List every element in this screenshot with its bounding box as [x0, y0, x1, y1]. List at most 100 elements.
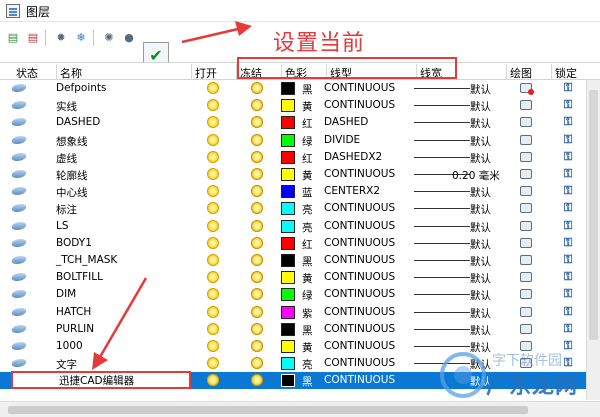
on-bulb-icon[interactable]	[207, 305, 219, 318]
lineweight-value[interactable]: 默认	[470, 340, 491, 355]
unlock-icon[interactable]: ⚿	[562, 116, 574, 128]
table-row[interactable]: 1000 黄 CONTINUOUS 默认 ⚿	[0, 338, 586, 355]
table-row[interactable]: BODY1 红 CONTINUOUS 默认 ⚿	[0, 235, 586, 252]
plot-printer-icon[interactable]	[520, 237, 532, 248]
on-bulb-icon[interactable]	[207, 116, 219, 129]
sun-icon[interactable]: ✺	[100, 28, 118, 46]
scroll-thumb[interactable]	[589, 90, 598, 340]
freeze-sun-icon[interactable]	[251, 133, 263, 146]
color-swatch[interactable]	[281, 340, 295, 353]
table-row[interactable]: PURLIN 黑 CONTINUOUS 默认 ⚿	[0, 321, 586, 338]
lineweight-value[interactable]: 默认	[470, 116, 491, 131]
unlock-icon[interactable]: ⚿	[562, 305, 574, 318]
freeze-sun-icon[interactable]	[251, 288, 263, 301]
on-bulb-icon[interactable]	[207, 168, 219, 180]
color-swatch[interactable]	[281, 168, 295, 181]
color-swatch[interactable]	[281, 99, 295, 113]
color-swatch[interactable]	[281, 305, 295, 319]
lineweight-value[interactable]: 默认	[470, 306, 491, 321]
unlock-icon[interactable]: ⚿	[562, 288, 574, 300]
col-plot[interactable]: 绘图	[506, 64, 532, 81]
table-row[interactable]: Defpoints 黑 CONTINUOUS 默认 ⚿	[0, 80, 586, 97]
layer-status-icon[interactable]	[10, 342, 28, 350]
on-bulb-icon[interactable]	[207, 133, 219, 146]
table-row[interactable]: HATCH 紫 CONTINUOUS 默认 ⚿	[0, 304, 586, 321]
freeze-sun-icon[interactable]	[251, 236, 263, 249]
layer-status-icon[interactable]	[10, 187, 28, 196]
on-bulb-icon[interactable]	[207, 357, 219, 370]
linetype-name[interactable]: CONTINUOUS	[324, 357, 395, 369]
freeze-sun-icon[interactable]	[251, 305, 263, 318]
freeze-sun-icon[interactable]	[251, 168, 263, 180]
freeze-sun-icon[interactable]	[251, 254, 263, 266]
col-status[interactable]: 状态	[16, 65, 38, 81]
lineweight-value[interactable]: 默认	[470, 374, 491, 389]
layer-status-icon[interactable]	[10, 238, 28, 247]
freeze-sun-icon[interactable]	[251, 357, 263, 370]
linetype-name[interactable]: CONTINUOUS	[324, 254, 395, 266]
on-bulb-icon[interactable]	[207, 82, 219, 94]
linetype-name[interactable]: CONTINUOUS	[324, 340, 395, 352]
freeze-sun-icon[interactable]	[251, 99, 263, 112]
color-swatch[interactable]	[281, 219, 295, 233]
linetype-name[interactable]: CONTINUOUS	[324, 82, 395, 94]
layer-status-icon[interactable]	[10, 221, 28, 230]
layer-status-icon[interactable]	[10, 273, 28, 282]
vertical-scrollbar[interactable]	[586, 80, 600, 400]
unlock-icon[interactable]: ⚿	[562, 254, 574, 266]
unlock-icon[interactable]: ⚿	[562, 150, 574, 163]
unlock-icon[interactable]: ⚿	[562, 99, 574, 111]
freeze-sun-icon[interactable]	[251, 185, 263, 198]
plot-printer-icon[interactable]	[520, 255, 532, 265]
layer-status-icon[interactable]	[10, 324, 28, 333]
freeze-sun-icon[interactable]	[251, 271, 263, 284]
on-bulb-icon[interactable]	[207, 288, 219, 301]
color-swatch[interactable]	[281, 133, 295, 147]
plot-printer-icon[interactable]	[520, 100, 532, 111]
unlock-icon[interactable]: ⚿	[562, 236, 574, 249]
freeze-sun-icon[interactable]	[251, 322, 263, 335]
linetype-name[interactable]: DIVIDE	[324, 134, 360, 146]
table-row[interactable]: BOLTFILL 黄 CONTINUOUS 默认 ⚿	[0, 269, 586, 286]
color-swatch[interactable]	[281, 288, 295, 302]
freeze-sun-icon[interactable]	[251, 116, 263, 129]
unlock-icon[interactable]: ⚿	[562, 219, 574, 232]
layer-status-icon[interactable]	[10, 359, 28, 368]
freeze-sun-icon[interactable]	[251, 340, 263, 352]
linetype-name[interactable]: CONTINUOUS	[324, 288, 395, 300]
unlock-icon[interactable]: ⚿	[562, 133, 574, 146]
horizontal-scrollbar[interactable]	[0, 401, 600, 417]
table-row[interactable]: 实线 黄 CONTINUOUS 默认 ⚿	[0, 97, 586, 114]
on-bulb-icon[interactable]	[207, 150, 219, 163]
unlock-icon[interactable]: ⚿	[562, 271, 574, 283]
on-bulb-icon[interactable]	[207, 236, 219, 249]
linetype-name[interactable]: CONTINUOUS	[324, 99, 395, 111]
lineweight-value[interactable]: 0.20 毫米	[452, 168, 500, 183]
layer-status-icon[interactable]	[10, 101, 28, 110]
delete-layer-icon[interactable]: ▤	[24, 28, 42, 46]
on-bulb-icon[interactable]	[207, 202, 219, 215]
table-row[interactable]: 轮廓线 黄 CONTINUOUS 0.20 毫米 ⚿	[0, 166, 586, 183]
lineweight-value[interactable]: 默认	[470, 271, 491, 286]
table-row[interactable]: 标注 亮 CONTINUOUS 默认 ⚿	[0, 200, 586, 217]
plot-printer-icon[interactable]	[520, 151, 532, 162]
freeze-all-icon[interactable]: ✹	[52, 28, 70, 46]
lineweight-value[interactable]: 默认	[470, 134, 491, 149]
unlock-icon[interactable]: ⚿	[562, 340, 574, 352]
color-swatch[interactable]	[281, 82, 295, 95]
layer-status-icon[interactable]	[10, 170, 28, 178]
thaw-all-icon[interactable]: ❄	[72, 28, 90, 46]
plot-printer-icon[interactable]	[520, 306, 532, 317]
lineweight-value[interactable]: 默认	[470, 151, 491, 166]
on-bulb-icon[interactable]	[207, 374, 219, 387]
freeze-sun-icon[interactable]	[251, 202, 263, 215]
table-row[interactable]: LS 亮 CONTINUOUS 默认 ⚿	[0, 218, 586, 235]
plot-printer-icon[interactable]	[520, 169, 532, 179]
on-bulb-icon[interactable]	[207, 185, 219, 198]
on-bulb-icon[interactable]	[207, 99, 219, 112]
unlock-icon[interactable]: ⚿	[562, 168, 574, 180]
bulb-icon[interactable]: ●	[120, 28, 138, 46]
plot-printer-icon[interactable]	[520, 203, 532, 214]
table-row[interactable]: 想象线 绿 DIVIDE 默认 ⚿	[0, 132, 586, 149]
plot-printer-icon[interactable]	[520, 323, 532, 334]
